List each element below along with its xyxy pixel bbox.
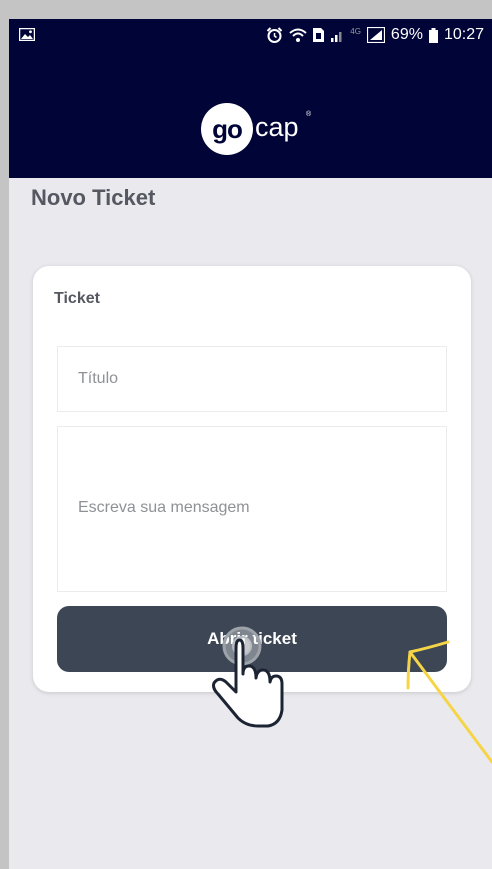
page-title: Novo Ticket: [31, 185, 156, 210]
wifi-icon: [289, 28, 307, 42]
battery-icon: [428, 27, 438, 43]
battery-percent: 69%: [390, 26, 423, 43]
logo-text: cap: [255, 112, 299, 142]
sim-icon: [313, 28, 325, 42]
message-textarea[interactable]: [57, 426, 447, 592]
logo-circle: go: [201, 103, 253, 155]
status-icons: 4G 69% 10:27: [266, 19, 484, 51]
app-header: go cap ®: [9, 51, 492, 178]
ticket-card: Ticket Abrir ticket: [33, 266, 471, 692]
signal-icon: [331, 32, 342, 42]
lte-signal-icon: [366, 27, 385, 43]
gallery-icon: [19, 28, 35, 41]
open-ticket-button[interactable]: Abrir ticket: [57, 606, 447, 672]
status-bar: 4G 69% 10:27: [9, 19, 492, 51]
title-input[interactable]: [57, 346, 447, 412]
gocap-logo: go cap ®: [201, 103, 321, 155]
logo-registered-mark: ®: [306, 111, 312, 118]
alarm-icon: [267, 27, 283, 43]
network-type-label: 4G: [350, 26, 361, 36]
clock-time: 10:27: [443, 26, 484, 43]
ticket-section-label: Ticket: [54, 290, 100, 307]
phone-screen: 4G 69% 10:27 go cap ® Novo Ticket Ticket…: [9, 19, 492, 869]
